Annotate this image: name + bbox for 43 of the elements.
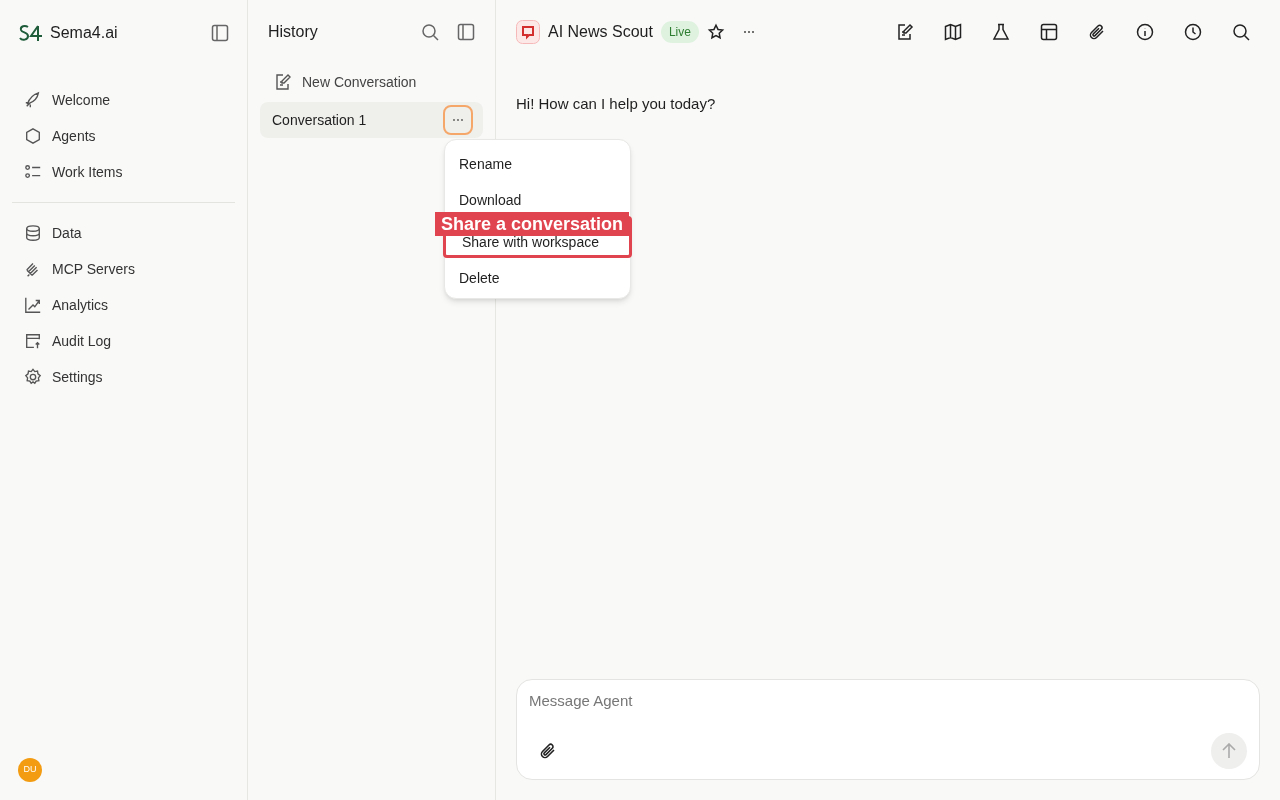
search-icon[interactable]	[1232, 23, 1250, 41]
panel-toggle-icon[interactable]	[457, 23, 475, 41]
star-icon[interactable]	[706, 23, 725, 41]
more-icon[interactable]	[742, 30, 755, 34]
nav-item[interactable]: Agents	[12, 118, 235, 154]
new-conversation-button[interactable]: New Conversation	[260, 66, 483, 98]
log-icon	[24, 332, 42, 350]
agent-message: Hi! How can I help you today?	[516, 94, 717, 114]
message-input[interactable]: Message Agent	[529, 690, 1247, 713]
map-icon[interactable]	[944, 23, 962, 41]
conversation-item[interactable]: Conversation 1	[260, 102, 483, 138]
gear-icon	[24, 368, 42, 386]
edit-icon[interactable]	[896, 23, 914, 41]
agent-name: AI News Scout	[548, 22, 653, 42]
menu-item[interactable]: Delete	[443, 258, 632, 294]
panel-title: History	[268, 22, 318, 42]
list-icon	[24, 163, 42, 181]
nav-item[interactable]: Data	[12, 215, 235, 251]
agent-icon	[516, 20, 540, 44]
paperclip-icon[interactable]	[539, 742, 557, 760]
clock-icon[interactable]	[1184, 23, 1202, 41]
menu-item[interactable]: Rename	[443, 144, 632, 180]
paperclip-icon[interactable]	[1088, 23, 1106, 41]
nav-item[interactable]: Analytics	[12, 287, 235, 323]
nav-item[interactable]: Audit Log	[12, 323, 235, 359]
table-icon[interactable]	[1040, 23, 1058, 41]
hexagon-icon	[24, 127, 42, 145]
info-icon[interactable]	[1136, 23, 1154, 41]
nav-item[interactable]: Welcome	[12, 82, 235, 118]
arrow-up-icon	[1222, 743, 1236, 759]
chart-icon	[24, 296, 42, 314]
brand-name: Sema4.ai	[50, 23, 118, 43]
database-icon	[24, 224, 42, 242]
status-badge: Live	[660, 21, 699, 43]
nav-item[interactable]: Work Items	[12, 154, 235, 190]
nav-item[interactable]: MCP Servers	[12, 251, 235, 287]
annotation-tooltip: Share a conversation	[435, 212, 630, 236]
compose-icon	[274, 73, 292, 91]
sidebar-toggle-icon[interactable]	[211, 24, 229, 42]
logo-icon	[18, 24, 44, 42]
message-composer[interactable]: Message Agent	[516, 679, 1260, 780]
nav-item[interactable]: Settings	[12, 359, 235, 395]
flask-icon[interactable]	[992, 23, 1010, 41]
